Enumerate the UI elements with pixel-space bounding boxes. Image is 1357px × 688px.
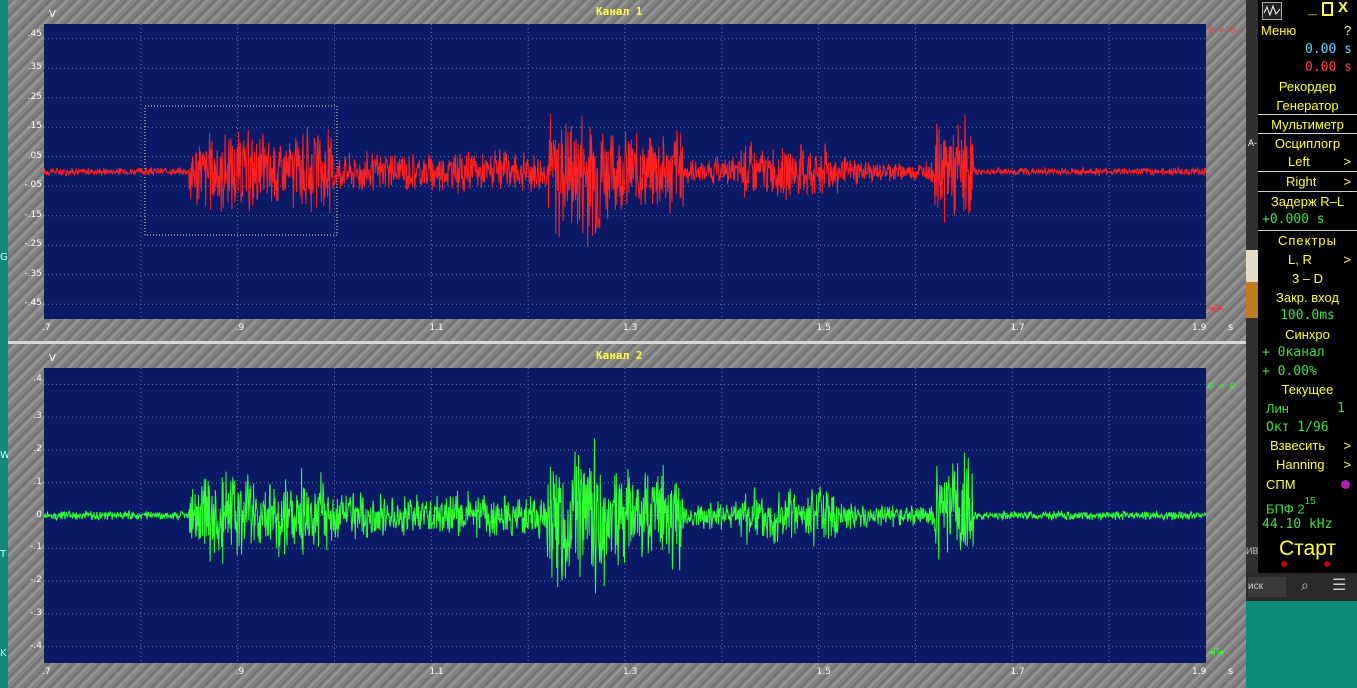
channel1-title: Канал 1 bbox=[596, 5, 643, 18]
y-tick-label: -.3 bbox=[30, 607, 42, 618]
3d-spectrum-button[interactable]: 3 – D bbox=[1258, 269, 1357, 288]
spectra-button[interactable]: Спектры bbox=[1258, 230, 1357, 250]
y-tick-label: -.1 bbox=[30, 542, 42, 553]
control-panel: _ X Меню ? 0.00 s 0.00 s Рекордер Генера… bbox=[1258, 0, 1357, 573]
recorder-button[interactable]: Рекордер bbox=[1258, 77, 1357, 96]
signal-trace bbox=[44, 438, 1206, 594]
gutter-letter: T bbox=[0, 549, 7, 560]
linear-scale-option[interactable]: Лин 1 bbox=[1258, 399, 1357, 418]
current-mode-button[interactable]: Текущее bbox=[1258, 380, 1357, 399]
left-channel-button[interactable]: Left > bbox=[1258, 152, 1357, 171]
x-tick-label: 1.3 bbox=[623, 323, 638, 333]
delay-value[interactable]: +0.000 s bbox=[1262, 210, 1357, 229]
time-readout-1: 0.00 s bbox=[1305, 42, 1352, 57]
channel1-cursor-control[interactable]: ◄∏► bbox=[1208, 304, 1224, 314]
channel2-plot[interactable] bbox=[44, 368, 1206, 663]
channel1-plot[interactable] bbox=[44, 24, 1206, 319]
spm-indicator-icon bbox=[1341, 480, 1350, 489]
x-tick-label: .7 bbox=[42, 667, 51, 677]
closed-input-label: Закр. вход bbox=[1275, 290, 1339, 305]
generator-button[interactable]: Генератор bbox=[1258, 96, 1357, 115]
menu-button[interactable]: Меню bbox=[1261, 21, 1357, 40]
closed-input-value[interactable]: 100.0ms bbox=[1258, 306, 1357, 325]
x-tick-label: 1.3 bbox=[623, 667, 638, 677]
y-tick-label: .4 bbox=[33, 374, 42, 385]
app-icon bbox=[1262, 2, 1282, 20]
y-tick-label: -.35 bbox=[24, 268, 42, 279]
start-button[interactable]: Старт bbox=[1258, 536, 1357, 562]
x-tick-label: 1.5 bbox=[816, 323, 831, 333]
channel-separator[interactable] bbox=[8, 341, 1246, 344]
menu-icon[interactable]: ☰ bbox=[1332, 575, 1346, 595]
right-channel-button[interactable]: Right > bbox=[1258, 171, 1357, 191]
y-tick-label: 0 bbox=[36, 509, 42, 520]
channel2-cursor-control[interactable]: ◄∏◆ bbox=[1208, 648, 1224, 658]
y-tick-label: .35 bbox=[27, 62, 42, 73]
y-tick-label: .45 bbox=[27, 28, 42, 39]
y-tick-label: -.15 bbox=[24, 209, 42, 220]
side-fragment: A- bbox=[1248, 138, 1257, 148]
y-tick-label: .1 bbox=[33, 476, 42, 487]
lr-spectrum-button[interactable]: L, R > bbox=[1258, 250, 1357, 269]
multimeter-button[interactable]: Мультиметр bbox=[1258, 114, 1357, 134]
signal-trace bbox=[44, 113, 1206, 247]
octave-scale-option[interactable]: Окт 1/96 bbox=[1266, 418, 1357, 437]
spm-button[interactable]: СПМ bbox=[1258, 475, 1357, 494]
y-tick-label: -.2 bbox=[30, 575, 42, 586]
channel2-zero-indicator[interactable]: 0 = 0 bbox=[1208, 382, 1235, 392]
background-search-bar: иск ⌕ ☰ bbox=[1246, 573, 1357, 601]
fft-size[interactable]: БПФ 215 bbox=[1266, 496, 1357, 516]
x-tick-label: 1.9 bbox=[1192, 667, 1207, 677]
y-tick-label: -.4 bbox=[30, 640, 42, 651]
right-led-icon bbox=[1324, 561, 1330, 567]
channel1-unit-s: s bbox=[1228, 322, 1234, 333]
window-function-button[interactable]: Hanning > bbox=[1258, 455, 1357, 474]
sync-label: Синхро bbox=[1285, 327, 1330, 342]
background-window-strip bbox=[1246, 0, 1258, 573]
left-led-icon bbox=[1281, 561, 1287, 567]
sync-channel-value[interactable]: + 0канал bbox=[1262, 343, 1357, 362]
channel1-unit-v: V bbox=[49, 9, 56, 20]
help-button[interactable]: ? bbox=[1344, 21, 1356, 40]
delay-label: Задерж R–L bbox=[1258, 191, 1357, 211]
maximize-icon[interactable] bbox=[1322, 2, 1333, 16]
weigh-button[interactable]: Взвесить > bbox=[1258, 436, 1357, 455]
channel1-zero-indicator[interactable]: 0 = 0 bbox=[1208, 26, 1235, 36]
y-tick-label: .05 bbox=[27, 150, 42, 161]
gutter-letter: G bbox=[0, 252, 8, 263]
oscilloscope-button[interactable]: Осциплогр bbox=[1258, 133, 1357, 153]
x-tick-label: .7 bbox=[42, 323, 51, 333]
x-tick-label: 1.7 bbox=[1010, 323, 1025, 333]
x-tick-label: 1.1 bbox=[429, 323, 444, 333]
search-icon[interactable]: ⌕ bbox=[1301, 577, 1309, 594]
waveform-svg bbox=[44, 368, 1206, 663]
sample-rate[interactable]: 44.10 kHz bbox=[1262, 515, 1357, 534]
y-tick-label: .25 bbox=[27, 91, 42, 102]
x-tick-label: 1.9 bbox=[1192, 323, 1207, 333]
y-tick-label: .3 bbox=[33, 411, 42, 422]
x-tick-label: .9 bbox=[235, 323, 245, 333]
x-tick-label: 1.1 bbox=[429, 667, 444, 677]
x-tick-label: .9 bbox=[235, 667, 245, 677]
channel2-title: Канал 2 bbox=[596, 349, 643, 362]
minimize-icon[interactable]: _ bbox=[1308, 0, 1317, 18]
y-tick-label: -.25 bbox=[24, 239, 42, 250]
x-tick-label: 1.7 bbox=[1010, 667, 1025, 677]
close-icon[interactable]: X bbox=[1338, 0, 1348, 16]
time-readout-2: 0.00 s bbox=[1305, 60, 1352, 75]
waveform-svg bbox=[44, 24, 1206, 319]
search-field[interactable]: иск bbox=[1248, 577, 1286, 597]
gutter-letter: K bbox=[0, 648, 7, 659]
channel2-unit-s: s bbox=[1228, 666, 1234, 677]
sync-percent-value[interactable]: + 0.00% bbox=[1262, 362, 1357, 381]
y-tick-label: .15 bbox=[27, 121, 42, 132]
x-tick-label: 1.5 bbox=[816, 667, 831, 677]
y-tick-label: -.45 bbox=[24, 298, 42, 309]
side-fragment: ИВ bbox=[1246, 546, 1259, 556]
y-tick-label: -.05 bbox=[24, 180, 42, 191]
y-tick-label: .2 bbox=[33, 443, 42, 454]
channel2-unit-v: V bbox=[49, 353, 56, 364]
